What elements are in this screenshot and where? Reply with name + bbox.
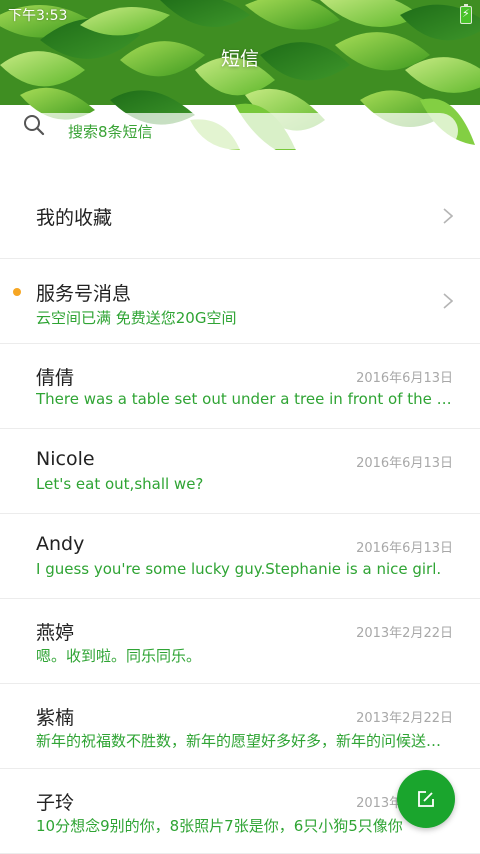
status-time: 下午3:53 — [8, 8, 68, 24]
list-item[interactable]: Nicole 2016年6月13日 Let's eat out,shall we… — [0, 429, 480, 514]
message-date: 2016年6月13日 — [356, 456, 453, 471]
favorites-label: 我的收藏 — [36, 207, 113, 229]
message-preview: There was a table set out under a tree i… — [36, 390, 454, 408]
service-preview: 云空间已满 免费送您20G空间 — [36, 309, 237, 327]
unread-dot — [13, 288, 21, 296]
message-date: 2016年6月13日 — [356, 371, 453, 386]
chevron-right-icon — [443, 208, 453, 224]
battery-icon: ⚡ — [460, 4, 472, 24]
page-title: 短信 — [220, 48, 259, 70]
service-messages-row[interactable]: 服务号消息 云空间已满 免费送您20G空间 — [0, 259, 480, 344]
list-item[interactable]: 紫楠 2013年2月22日 新年的祝福数不胜数，新年的愿望好多好多，新年的问候送… — [0, 684, 480, 769]
message-preview: I guess you're some lucky guy.Stephanie … — [36, 560, 442, 578]
search-icon — [24, 115, 45, 136]
service-label: 服务号消息 — [36, 283, 132, 305]
compose-button[interactable] — [397, 770, 455, 828]
message-date: 2013年2月22日 — [356, 711, 453, 726]
list-item[interactable]: Andy 2016年6月13日 I guess you're some luck… — [0, 514, 480, 599]
favorites-row[interactable]: 我的收藏 — [0, 174, 480, 259]
message-preview: Let's eat out,shall we? — [36, 475, 204, 493]
contact-name: 子玲 — [36, 792, 75, 814]
contact-name: Andy — [36, 533, 85, 555]
message-preview: 嗯。收到啦。同乐同乐。 — [36, 647, 202, 665]
search-bar[interactable]: 搜索8条短信 — [22, 113, 458, 149]
list-item[interactable]: 倩倩 2016年6月13日 There was a table set out … — [0, 344, 480, 429]
message-date: 2013年2月22日 — [356, 626, 453, 641]
compose-icon — [418, 791, 434, 807]
message-date: 2016年6月13日 — [356, 541, 453, 556]
contact-name: 倩倩 — [36, 367, 75, 389]
message-preview: 10分想念9别的你，8张照片7张是你，6只小狗5只像你 — [36, 817, 403, 835]
message-preview: 新年的祝福数不胜数，新年的愿望好多好多，新年的问候送给你 — [36, 732, 454, 750]
conversation-list: 我的收藏 服务号消息 云空间已满 免费送您20G空间 倩倩 2016年6月13日… — [0, 174, 480, 854]
contact-name: Nicole — [36, 448, 95, 470]
leaf-header: 下午3:53 ⚡ 短信 搜索8条短信 — [0, 0, 480, 175]
list-item[interactable]: 燕婷 2013年2月22日 嗯。收到啦。同乐同乐。 — [0, 599, 480, 684]
chevron-right-icon — [443, 293, 453, 309]
contact-name: 燕婷 — [36, 622, 75, 644]
contact-name: 紫楠 — [36, 707, 75, 729]
search-placeholder: 搜索8条短信 — [68, 123, 153, 141]
